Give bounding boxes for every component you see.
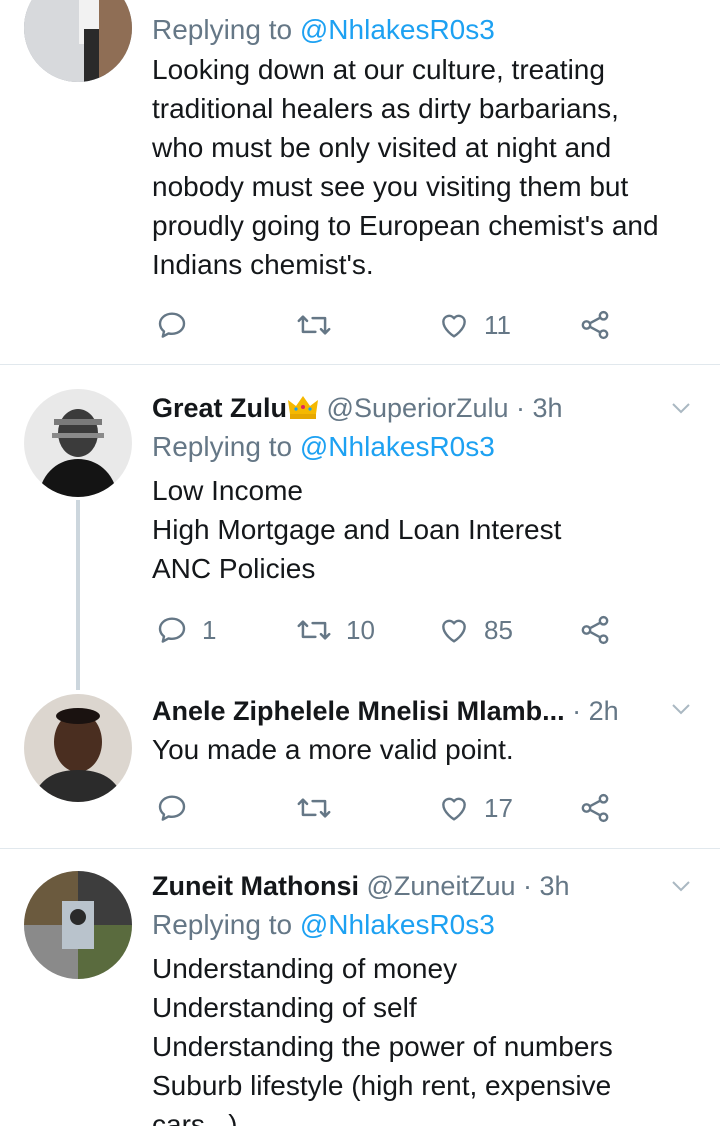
reply-icon <box>158 312 186 338</box>
retweet-button[interactable] <box>296 788 346 828</box>
share-button[interactable] <box>578 610 612 650</box>
retweet-icon <box>297 798 331 818</box>
text-line: Looking down at our culture, treating <box>152 54 605 85</box>
text-line: Suburb lifestyle (high rent, expensive <box>152 1070 612 1101</box>
like-icon <box>442 314 466 338</box>
reply-button[interactable] <box>156 305 202 345</box>
timestamp[interactable]: · 3h <box>523 871 570 901</box>
avatar-photo <box>24 871 132 979</box>
text-line: who must be only visited at night and <box>152 132 612 163</box>
chevron-down-icon[interactable] <box>670 397 692 419</box>
text-line: Low Income <box>152 475 303 506</box>
tweet-text: Low Income High Mortgage and Loan Intere… <box>152 471 700 588</box>
user-handle[interactable]: @SuperiorZulu <box>327 393 509 423</box>
replying-to: Replying to @NhlakesR0s3 <box>152 427 700 467</box>
share-icon <box>581 615 609 645</box>
timestamp[interactable]: · 3h <box>516 393 563 423</box>
avatar[interactable] <box>24 0 132 82</box>
text-line: Understanding the power of numbers <box>152 1031 613 1062</box>
avatar[interactable] <box>24 871 132 979</box>
replying-to-label: Replying to <box>152 14 293 45</box>
like-count: 85 <box>484 614 513 645</box>
mention-link[interactable]: @NhlakesR0s3 <box>300 909 495 940</box>
text-line: cars...) <box>152 1109 238 1126</box>
tweet-actions: 1 10 85 <box>156 610 626 650</box>
like-count: 11 <box>484 309 511 340</box>
reply-button[interactable] <box>156 788 202 828</box>
mention-link[interactable]: @NhlakesR0s3 <box>300 14 495 45</box>
tweet-text: You made a more valid point. <box>152 730 700 769</box>
replying-to: Replying to @NhlakesR0s3 <box>152 905 700 945</box>
tweet-actions: 17 <box>156 788 626 828</box>
retweet-count: 10 <box>346 614 375 645</box>
text-line: proudly going to European chemist's and <box>152 210 659 241</box>
tweet-text: Looking down at our culture, treating tr… <box>152 50 700 284</box>
text-line: You made a more valid point. <box>152 734 514 765</box>
avatar-photo <box>24 0 132 82</box>
tweet-header: Anele Ziphelele Mnelisi Mlamb... · 2h <box>152 692 700 730</box>
retweet-icon <box>297 315 331 335</box>
like-count: 17 <box>484 792 513 823</box>
display-name[interactable]: Anele Ziphelele Mnelisi Mlamb... <box>152 696 565 726</box>
tweet-3[interactable]: Anele Ziphelele Mnelisi Mlamb... · 2h Yo… <box>0 682 720 847</box>
text-line: traditional healers as dirty barbarians, <box>152 93 619 124</box>
chevron-down-icon[interactable] <box>670 875 692 897</box>
like-icon <box>442 797 466 821</box>
reply-count: 1 <box>202 614 217 645</box>
retweet-icon <box>297 620 331 640</box>
text-line: nobody must see you visiting them but <box>152 171 629 202</box>
like-button[interactable]: 11 <box>438 305 511 345</box>
thread-connector <box>76 500 80 690</box>
reply-button[interactable]: 1 <box>156 610 216 650</box>
replying-to: Replying to @NhlakesR0s3 <box>152 10 700 50</box>
avatar-photo <box>24 694 132 802</box>
retweet-button[interactable]: 10 <box>296 610 375 650</box>
like-icon <box>442 619 466 643</box>
share-icon <box>581 310 609 340</box>
text-line: Understanding of self <box>152 992 417 1023</box>
avatar[interactable] <box>24 389 132 497</box>
share-icon <box>581 793 609 823</box>
tweet-2[interactable]: Great Zulu @SuperiorZulu · 3h Replying t… <box>0 365 720 681</box>
reply-icon <box>158 795 186 821</box>
tweet-1[interactable]: Replying to @NhlakesR0s3 Looking down at… <box>0 0 720 364</box>
retweet-button[interactable] <box>296 305 346 345</box>
text-line: Indians chemist's. <box>152 249 374 280</box>
like-button[interactable]: 17 <box>438 788 513 828</box>
tweet-header: Great Zulu @SuperiorZulu · 3h <box>152 389 700 427</box>
chevron-down-icon[interactable] <box>670 698 692 720</box>
avatar-photo <box>24 389 132 497</box>
share-button[interactable] <box>578 305 612 345</box>
display-name[interactable]: Great Zulu <box>152 393 287 423</box>
replying-to-label: Replying to <box>152 431 293 462</box>
share-button[interactable] <box>578 788 612 828</box>
tweet-text: Understanding of money Understanding of … <box>152 949 700 1126</box>
tweet-4[interactable]: Zuneit Mathonsi @ZuneitZuu · 3h Replying… <box>0 849 720 1126</box>
reply-icon <box>158 617 186 643</box>
tweet-header: Zuneit Mathonsi @ZuneitZuu · 3h <box>152 867 700 905</box>
timestamp[interactable]: · 2h <box>572 696 619 726</box>
tweet-actions: 11 <box>156 305 626 345</box>
text-line: Understanding of money <box>152 953 458 984</box>
text-line: ANC Policies <box>152 553 316 584</box>
mention-link[interactable]: @NhlakesR0s3 <box>300 431 495 462</box>
replying-to-label: Replying to <box>152 909 293 940</box>
user-handle[interactable]: @ZuneitZuu <box>367 871 516 901</box>
avatar[interactable] <box>24 694 132 802</box>
display-name[interactable]: Zuneit Mathonsi <box>152 871 359 901</box>
crown-icon <box>287 392 319 419</box>
text-line: High Mortgage and Loan Interest <box>152 514 562 545</box>
like-button[interactable]: 85 <box>438 610 513 650</box>
